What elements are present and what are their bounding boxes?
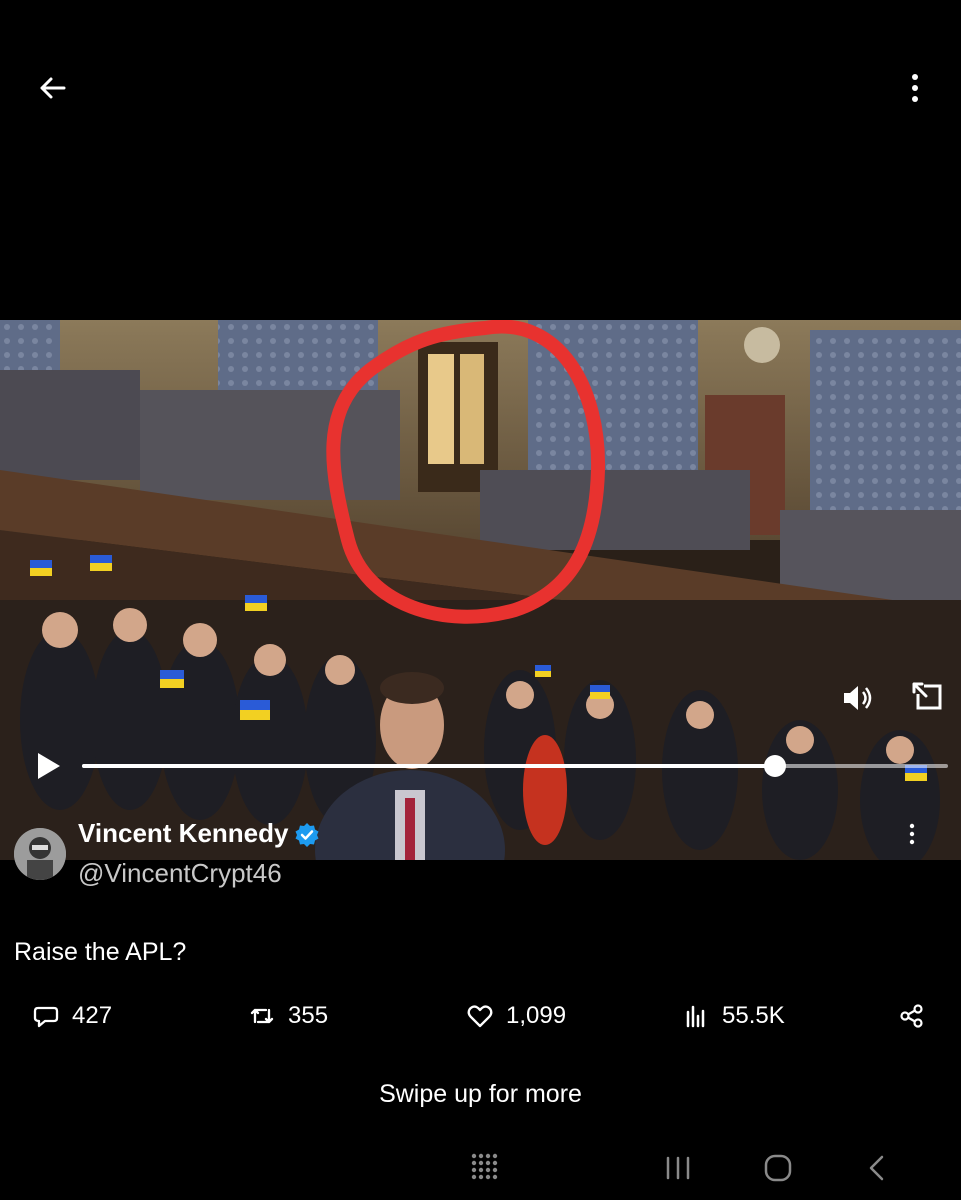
views-button[interactable]: 55.5K	[682, 998, 785, 1034]
home-icon	[764, 1154, 792, 1182]
reply-button[interactable]: 427	[32, 998, 112, 1034]
chevron-left-icon	[869, 1155, 884, 1181]
play-icon	[38, 753, 60, 779]
author-handle[interactable]: @VincentCrypt46	[78, 858, 282, 889]
tweet-text: Raise the APL?	[14, 938, 187, 966]
pip-icon	[912, 682, 942, 710]
video-progress-bar[interactable]	[82, 755, 948, 777]
recents-icon	[666, 1156, 690, 1180]
top-bar	[0, 0, 961, 175]
pip-button[interactable]	[908, 678, 948, 718]
system-back-button[interactable]	[858, 1148, 898, 1188]
avatar[interactable]	[14, 828, 66, 880]
verified-badge-icon	[295, 823, 319, 848]
progress-fill	[82, 764, 775, 768]
views-chart-icon	[686, 1005, 705, 1028]
more-options-button[interactable]	[898, 70, 932, 106]
like-button[interactable]: 1,099	[466, 998, 566, 1034]
annotation-circle	[326, 320, 606, 624]
video-player[interactable]	[0, 320, 961, 860]
home-button[interactable]	[758, 1148, 798, 1188]
progress-knob[interactable]	[763, 755, 786, 777]
arrow-left-icon	[40, 77, 66, 99]
more-vertical-icon	[909, 823, 915, 845]
recents-button[interactable]	[658, 1148, 698, 1188]
app-grid-icon	[471, 1153, 498, 1180]
comment-icon	[33, 1006, 59, 1028]
author-name-text: Vincent Kennedy	[78, 818, 289, 848]
reply-count: 427	[72, 1002, 113, 1029]
volume-icon	[844, 686, 872, 710]
retweet-button[interactable]: 355	[248, 998, 328, 1034]
avatar-image	[14, 828, 66, 880]
volume-button[interactable]	[838, 680, 878, 716]
share-icon	[900, 1004, 923, 1028]
system-nav-bar	[0, 1140, 961, 1200]
like-count: 1,099	[506, 1002, 567, 1029]
author-row: Vincent Kennedy @VincentCrypt46	[14, 818, 954, 890]
retweet-count: 355	[288, 1002, 329, 1029]
share-button[interactable]	[898, 998, 926, 1034]
play-button[interactable]	[30, 748, 66, 784]
swipe-up-hint: Swipe up for more	[379, 1080, 582, 1108]
heart-icon	[467, 1005, 493, 1028]
views-count: 55.5K	[722, 1002, 785, 1029]
retweet-icon	[250, 1008, 274, 1024]
author-name[interactable]: Vincent Kennedy	[78, 818, 320, 849]
more-vertical-icon	[912, 74, 918, 102]
back-button[interactable]	[34, 70, 70, 106]
tweet-more-button[interactable]	[902, 820, 922, 848]
app-grid-button[interactable]	[464, 1148, 504, 1188]
tweet-actions: 427 355 1,099 55.5K	[0, 998, 961, 1038]
